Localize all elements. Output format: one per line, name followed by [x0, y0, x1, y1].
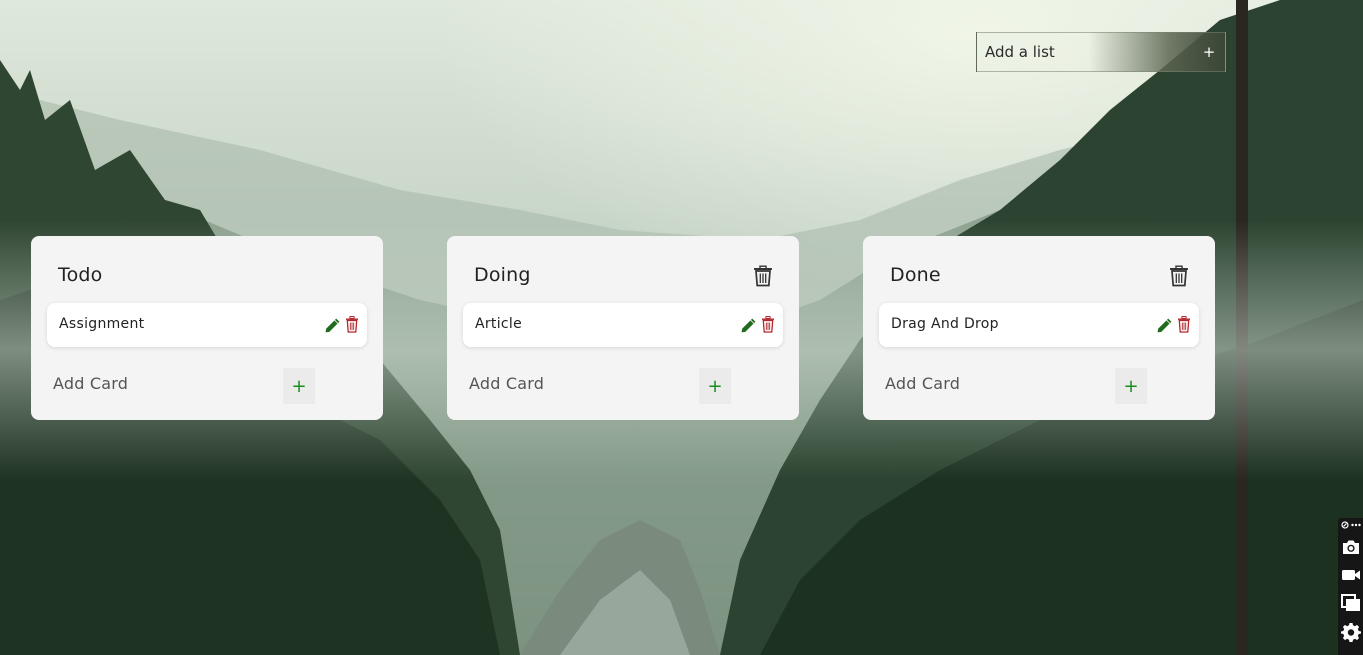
- add-card-input[interactable]: Add Card: [53, 374, 128, 393]
- copy-icon: [1341, 594, 1360, 611]
- card[interactable]: Article: [463, 303, 783, 347]
- copy-button[interactable]: [1340, 592, 1362, 614]
- trash-icon[interactable]: [761, 316, 775, 333]
- gear-icon: [1341, 623, 1361, 642]
- list-title: Doing: [474, 264, 531, 286]
- screenshot-button[interactable]: [1340, 536, 1362, 558]
- list-title: Done: [890, 264, 941, 286]
- more-icon[interactable]: [1351, 523, 1361, 527]
- plus-icon: +: [1202, 43, 1216, 61]
- pencil-icon[interactable]: [324, 317, 341, 334]
- trash-icon[interactable]: [1177, 316, 1191, 333]
- card-text: Article: [475, 316, 523, 332]
- trash-icon[interactable]: [753, 265, 773, 287]
- video-icon: [1342, 570, 1360, 580]
- add-card-button[interactable]: +: [1115, 368, 1147, 404]
- card-text: Assignment: [59, 316, 145, 332]
- settings-button[interactable]: [1340, 621, 1362, 643]
- add-card-button[interactable]: +: [699, 368, 731, 404]
- link-icon[interactable]: [1341, 521, 1349, 529]
- toolbar-header: [1341, 521, 1361, 529]
- add-card-button[interactable]: +: [283, 368, 315, 404]
- plus-icon: +: [1123, 375, 1139, 397]
- list-done: Done Drag And Drop Add Card +: [863, 236, 1215, 420]
- record-video-button[interactable]: [1340, 564, 1362, 586]
- card[interactable]: Assignment: [47, 303, 367, 347]
- list-todo: Todo Assignment Add Card +: [31, 236, 383, 420]
- list-title: Todo: [58, 264, 103, 286]
- add-list-button[interactable]: +: [1193, 33, 1225, 71]
- card-text: Drag And Drop: [891, 316, 999, 332]
- add-list-field[interactable]: +: [976, 32, 1226, 72]
- add-card-input[interactable]: Add Card: [469, 374, 544, 393]
- screen-capture-toolbar: [1338, 518, 1363, 655]
- trash-icon[interactable]: [345, 316, 359, 333]
- card[interactable]: Drag And Drop: [879, 303, 1199, 347]
- pencil-icon[interactable]: [1156, 317, 1173, 334]
- plus-icon: +: [707, 375, 723, 397]
- list-doing: Doing Article Add Card +: [447, 236, 799, 420]
- add-card-input[interactable]: Add Card: [885, 374, 960, 393]
- camera-icon: [1343, 540, 1359, 554]
- pencil-icon[interactable]: [740, 317, 757, 334]
- trash-icon[interactable]: [1169, 265, 1189, 287]
- plus-icon: +: [291, 375, 307, 397]
- add-list-input[interactable]: [977, 33, 1193, 71]
